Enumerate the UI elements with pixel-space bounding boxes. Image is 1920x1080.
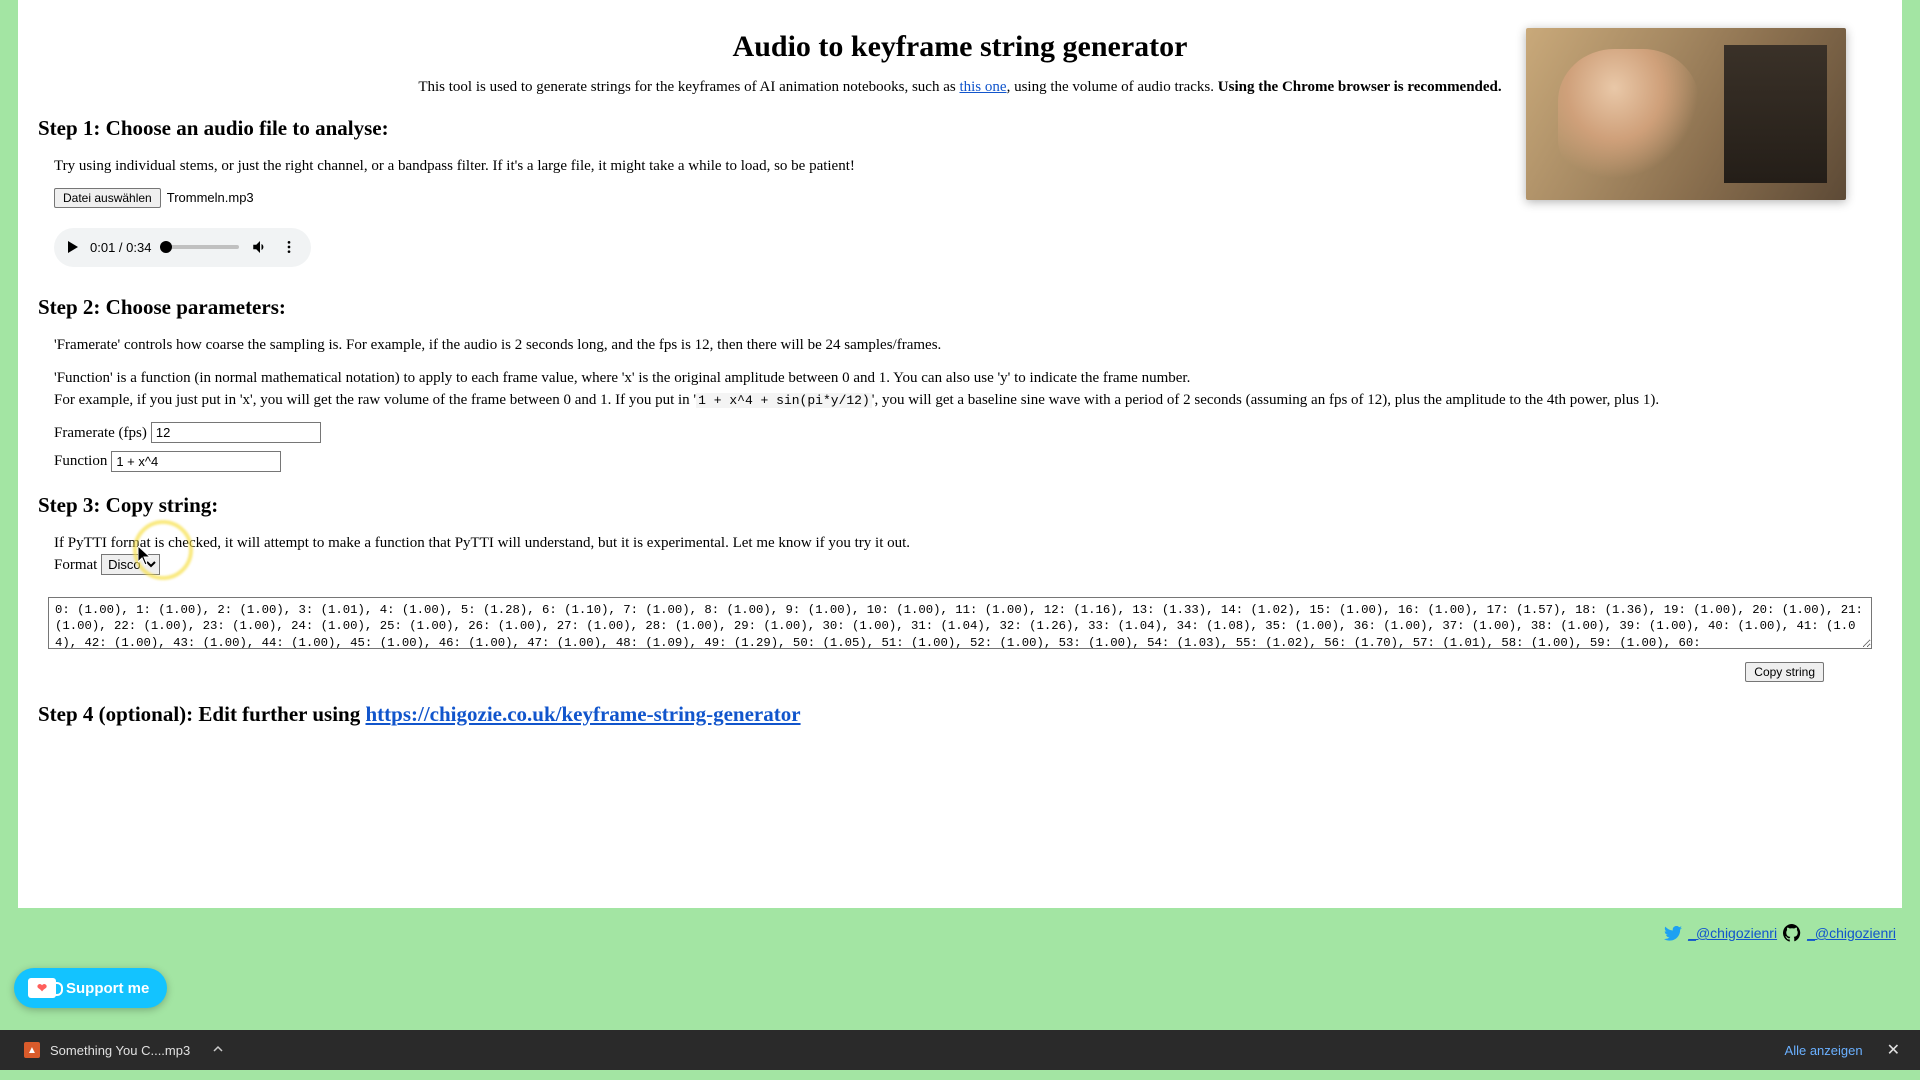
subtitle-link[interactable]: this one <box>959 79 1006 95</box>
step2-heading: Step 2: Choose parameters: <box>18 295 1902 320</box>
audio-player: 0:01 / 0:34 <box>54 228 311 268</box>
download-filename: Something You C....mp3 <box>50 1043 190 1058</box>
subtitle-prefix: This tool is used to generate strings fo… <box>418 79 959 95</box>
format-row: Format Disco <box>54 557 160 573</box>
framerate-label: Framerate (fps) <box>54 422 147 445</box>
copy-string-button[interactable]: Copy string <box>1745 662 1824 682</box>
copy-row: Copy string <box>18 662 1902 682</box>
output-textarea[interactable]: 0: (1.00), 1: (1.00), 2: (1.00), 3: (1.0… <box>48 597 1872 649</box>
chosen-file-name: Trommeln.mp3 <box>167 188 254 208</box>
step2-p2: 'Function' is a function (in normal math… <box>54 367 1866 412</box>
step4-link[interactable]: https://chigozie.co.uk/keyframe-string-g… <box>365 702 800 726</box>
function-label: Function <box>54 450 107 473</box>
more-icon[interactable] <box>281 239 297 255</box>
subtitle-bold: Using the Chrome browser is recommended. <box>1218 79 1502 95</box>
choose-file-button[interactable]: Datei auswählen <box>54 188 161 208</box>
support-label: Support me <box>66 980 149 997</box>
output-textarea-wrap: 0: (1.00), 1: (1.00), 2: (1.00), 3: (1.0… <box>48 597 1872 654</box>
download-bar: ▲ Something You C....mp3 Alle anzeigen ✕ <box>0 1030 1920 1070</box>
step3-pytti: If PyTTI format is checked, it will atte… <box>54 535 910 551</box>
function-input[interactable] <box>111 451 281 472</box>
footer-credits: _@chigozienri _@chigozienri <box>1664 924 1896 942</box>
audio-time: 0:01 / 0:34 <box>90 238 151 258</box>
volume-icon[interactable] <box>251 238 269 256</box>
step4-heading: Step 4 (optional): Edit further using ht… <box>18 702 1902 727</box>
subtitle-suffix: , using the volume of audio tracks. <box>1007 79 1218 95</box>
github-link[interactable]: _@chigozienri <box>1807 925 1896 941</box>
github-icon <box>1783 924 1801 942</box>
framerate-input[interactable] <box>151 422 321 443</box>
format-label: Format <box>54 557 97 573</box>
download-item[interactable]: ▲ Something You C....mp3 <box>14 1038 234 1062</box>
function-row: Function <box>54 450 1866 473</box>
step3-heading: Step 3: Copy string: <box>18 493 1902 518</box>
close-icon[interactable]: ✕ <box>1881 1040 1906 1060</box>
chevron-up-icon[interactable] <box>212 1043 224 1058</box>
play-icon[interactable] <box>68 241 78 253</box>
twitter-link[interactable]: _@chigozienri <box>1688 925 1777 941</box>
audio-seek-track[interactable] <box>163 245 239 249</box>
step2-body: 'Framerate' controls how coarse the samp… <box>18 334 1902 473</box>
webcam-thumbnail <box>1526 28 1846 200</box>
show-all-downloads[interactable]: Alle anzeigen <box>1785 1043 1863 1058</box>
page-container: Audio to keyframe string generator This … <box>18 0 1902 908</box>
step2-p1: 'Framerate' controls how coarse the samp… <box>54 334 1866 357</box>
twitter-icon <box>1664 926 1682 941</box>
vlc-icon: ▲ <box>24 1042 40 1058</box>
kofi-icon: ❤ <box>28 978 56 998</box>
support-button[interactable]: ❤ Support me <box>14 968 167 1008</box>
step3-body: If PyTTI format is checked, it will atte… <box>18 532 1902 577</box>
framerate-row: Framerate (fps) <box>54 422 1866 445</box>
format-select[interactable]: Disco <box>101 554 160 575</box>
